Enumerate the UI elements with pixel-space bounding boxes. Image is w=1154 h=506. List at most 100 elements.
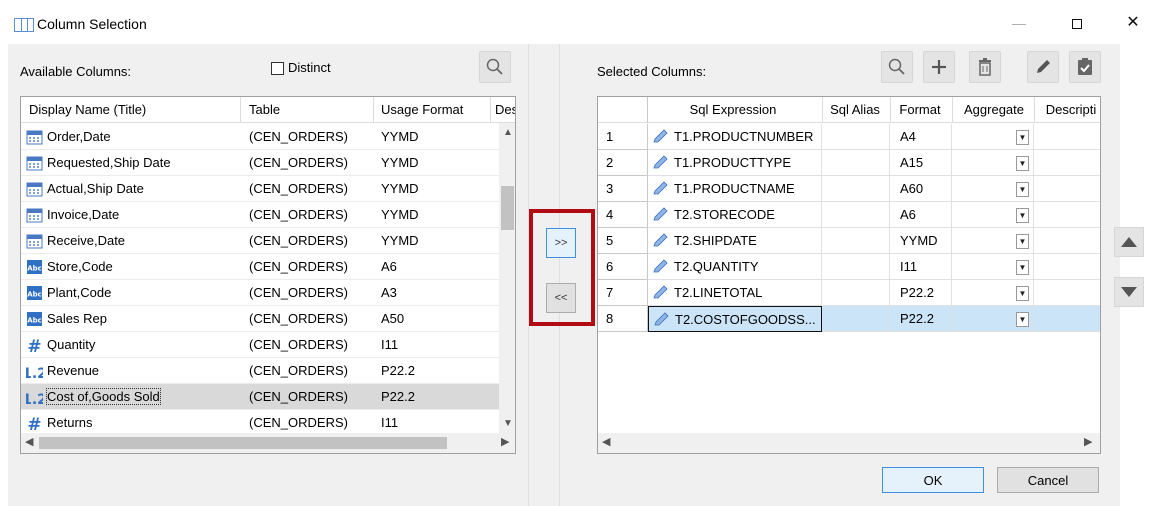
sql-alias-cell[interactable] bbox=[822, 176, 890, 202]
sql-expression-cell[interactable]: T1.PRODUCTTYPE bbox=[648, 150, 822, 176]
maximize-button[interactable] bbox=[1062, 10, 1092, 36]
format-cell[interactable]: A60 bbox=[890, 176, 952, 202]
description-cell[interactable] bbox=[1034, 176, 1100, 202]
scroll-left-icon[interactable]: ◀ bbox=[602, 435, 610, 448]
table-row[interactable]: 1 T1.PRODUCTNUMBER A4 ▼ bbox=[598, 124, 1100, 150]
dropdown-arrow-icon[interactable]: ▼ bbox=[1016, 260, 1029, 275]
aggregate-dropdown[interactable]: ▼ bbox=[952, 228, 1034, 254]
dropdown-arrow-icon[interactable]: ▼ bbox=[1016, 312, 1029, 327]
sql-expression-cell[interactable]: T2.COSTOFGOODSS... bbox=[648, 306, 822, 332]
sql-expression-cell[interactable]: T2.SHIPDATE bbox=[648, 228, 822, 254]
sql-alias-cell[interactable] bbox=[822, 228, 890, 254]
delete-button[interactable] bbox=[969, 51, 1001, 83]
move-down-button[interactable] bbox=[1114, 277, 1144, 307]
row-number[interactable]: 1 bbox=[598, 124, 648, 150]
aggregate-dropdown[interactable]: ▼ bbox=[952, 124, 1034, 150]
sql-alias-cell[interactable] bbox=[822, 306, 890, 332]
hscroll-thumb[interactable] bbox=[39, 437, 447, 449]
table-row[interactable]: 7 T2.LINETOTAL P22.2 ▼ bbox=[598, 280, 1100, 306]
row-number[interactable]: 3 bbox=[598, 176, 648, 202]
description-cell[interactable] bbox=[1034, 228, 1100, 254]
scroll-down-icon[interactable]: ▼ bbox=[503, 418, 513, 429]
row-number[interactable]: 8 bbox=[598, 306, 648, 332]
dropdown-arrow-icon[interactable]: ▼ bbox=[1016, 156, 1029, 171]
dropdown-arrow-icon[interactable]: ▼ bbox=[1016, 286, 1029, 301]
table-row[interactable]: Invoice,Date (CEN_ORDERS) YYMD bbox=[21, 202, 499, 228]
scroll-up-icon[interactable]: ▲ bbox=[503, 127, 513, 138]
sql-expression-cell[interactable]: T2.STORECODE bbox=[648, 202, 822, 228]
description-cell[interactable] bbox=[1034, 202, 1100, 228]
sql-expression-cell[interactable]: T2.LINETOTAL bbox=[648, 280, 822, 306]
table-row[interactable]: 3 T1.PRODUCTNAME A60 ▼ bbox=[598, 176, 1100, 202]
sql-alias-cell[interactable] bbox=[822, 124, 890, 150]
table-row[interactable]: 1.2 Revenue (CEN_ORDERS) P22.2 bbox=[21, 358, 499, 384]
minimize-button[interactable]: — bbox=[1004, 10, 1034, 36]
dropdown-arrow-icon[interactable]: ▼ bbox=[1016, 208, 1029, 223]
col-header-sql-alias[interactable]: Sql Alias bbox=[822, 102, 888, 117]
aggregate-dropdown[interactable]: ▼ bbox=[952, 280, 1034, 306]
distinct-checkbox[interactable]: Distinct bbox=[271, 60, 331, 76]
col-header-sql-expression[interactable]: Sql Expression bbox=[648, 102, 818, 117]
aggregate-dropdown[interactable]: ▼ bbox=[952, 254, 1034, 280]
description-cell[interactable] bbox=[1034, 306, 1100, 332]
table-row[interactable]: Requested,Ship Date (CEN_ORDERS) YYMD bbox=[21, 150, 499, 176]
add-expression-button[interactable] bbox=[923, 51, 955, 83]
format-cell[interactable]: I11 bbox=[890, 254, 952, 280]
table-row[interactable]: Abc Sales Rep (CEN_ORDERS) A50 bbox=[21, 306, 499, 332]
clipboard-button[interactable] bbox=[1069, 51, 1101, 83]
search-available-button[interactable] bbox=[479, 51, 511, 83]
description-cell[interactable] bbox=[1034, 124, 1100, 150]
format-cell[interactable]: A6 bbox=[890, 202, 952, 228]
cancel-button[interactable]: Cancel bbox=[997, 467, 1099, 493]
format-cell[interactable]: A15 bbox=[890, 150, 952, 176]
format-cell[interactable]: P22.2 bbox=[890, 306, 952, 332]
row-number[interactable]: 7 bbox=[598, 280, 648, 306]
table-row[interactable]: 1.2Cost of,Goods Sold (CEN_ORDERS) P22.2 bbox=[21, 384, 499, 410]
move-up-button[interactable] bbox=[1114, 227, 1144, 257]
horizontal-scrollbar[interactable]: ◀ ▶ bbox=[21, 433, 515, 453]
search-selected-button[interactable] bbox=[881, 51, 913, 83]
table-row[interactable]: 8 T2.COSTOFGOODSS... P22.2 ▼ bbox=[598, 306, 1100, 332]
col-header-format[interactable]: Format bbox=[890, 102, 950, 117]
sql-expression-cell[interactable]: T1.PRODUCTNAME bbox=[648, 176, 822, 202]
description-cell[interactable] bbox=[1034, 280, 1100, 306]
table-row[interactable]: 6 T2.QUANTITY I11 ▼ bbox=[598, 254, 1100, 280]
sql-expression-cell[interactable]: T2.QUANTITY bbox=[648, 254, 822, 280]
col-header-description[interactable]: Desc bbox=[495, 102, 515, 117]
dropdown-arrow-icon[interactable]: ▼ bbox=[1016, 234, 1029, 249]
add-columns-button[interactable]: >> bbox=[546, 228, 576, 258]
description-cell[interactable] bbox=[1034, 150, 1100, 176]
sql-alias-cell[interactable] bbox=[822, 150, 890, 176]
table-row[interactable]: 2 T1.PRODUCTTYPE A15 ▼ bbox=[598, 150, 1100, 176]
aggregate-dropdown[interactable]: ▼ bbox=[952, 176, 1034, 202]
format-cell[interactable]: A4 bbox=[890, 124, 952, 150]
col-header-aggregate[interactable]: Aggregate bbox=[954, 102, 1034, 117]
col-header-usage-format[interactable]: Usage Format bbox=[381, 102, 463, 117]
aggregate-dropdown[interactable]: ▼ bbox=[952, 306, 1034, 332]
scroll-right-icon[interactable]: ▶ bbox=[1084, 435, 1092, 448]
row-number[interactable]: 2 bbox=[598, 150, 648, 176]
sql-alias-cell[interactable] bbox=[822, 202, 890, 228]
table-row[interactable]: Order,Date (CEN_ORDERS) YYMD bbox=[21, 124, 499, 150]
scroll-thumb[interactable] bbox=[501, 186, 514, 230]
col-header-description[interactable]: Descripti bbox=[1038, 102, 1100, 117]
col-header-table[interactable]: Table bbox=[249, 102, 280, 117]
sql-alias-cell[interactable] bbox=[822, 254, 890, 280]
scroll-right-icon[interactable]: ▶ bbox=[501, 435, 509, 448]
vertical-scrollbar[interactable]: ▲ ▼ bbox=[499, 123, 515, 433]
row-number[interactable]: 4 bbox=[598, 202, 648, 228]
format-cell[interactable]: YYMD bbox=[890, 228, 952, 254]
dropdown-arrow-icon[interactable]: ▼ bbox=[1016, 182, 1029, 197]
table-row[interactable]: Abc Store,Code (CEN_ORDERS) A6 bbox=[21, 254, 499, 280]
distinct-checkbox-box[interactable] bbox=[271, 62, 284, 76]
table-row[interactable]: Receive,Date (CEN_ORDERS) YYMD bbox=[21, 228, 499, 254]
row-number[interactable]: 6 bbox=[598, 254, 648, 280]
table-row[interactable]: 5 T2.SHIPDATE YYMD ▼ bbox=[598, 228, 1100, 254]
table-row[interactable]: # Quantity (CEN_ORDERS) I11 bbox=[21, 332, 499, 358]
aggregate-dropdown[interactable]: ▼ bbox=[952, 202, 1034, 228]
ok-button[interactable]: OK bbox=[882, 467, 984, 493]
description-cell[interactable] bbox=[1034, 254, 1100, 280]
edit-button[interactable] bbox=[1027, 51, 1059, 83]
table-row[interactable]: Abc Plant,Code (CEN_ORDERS) A3 bbox=[21, 280, 499, 306]
remove-columns-button[interactable]: << bbox=[546, 283, 576, 313]
